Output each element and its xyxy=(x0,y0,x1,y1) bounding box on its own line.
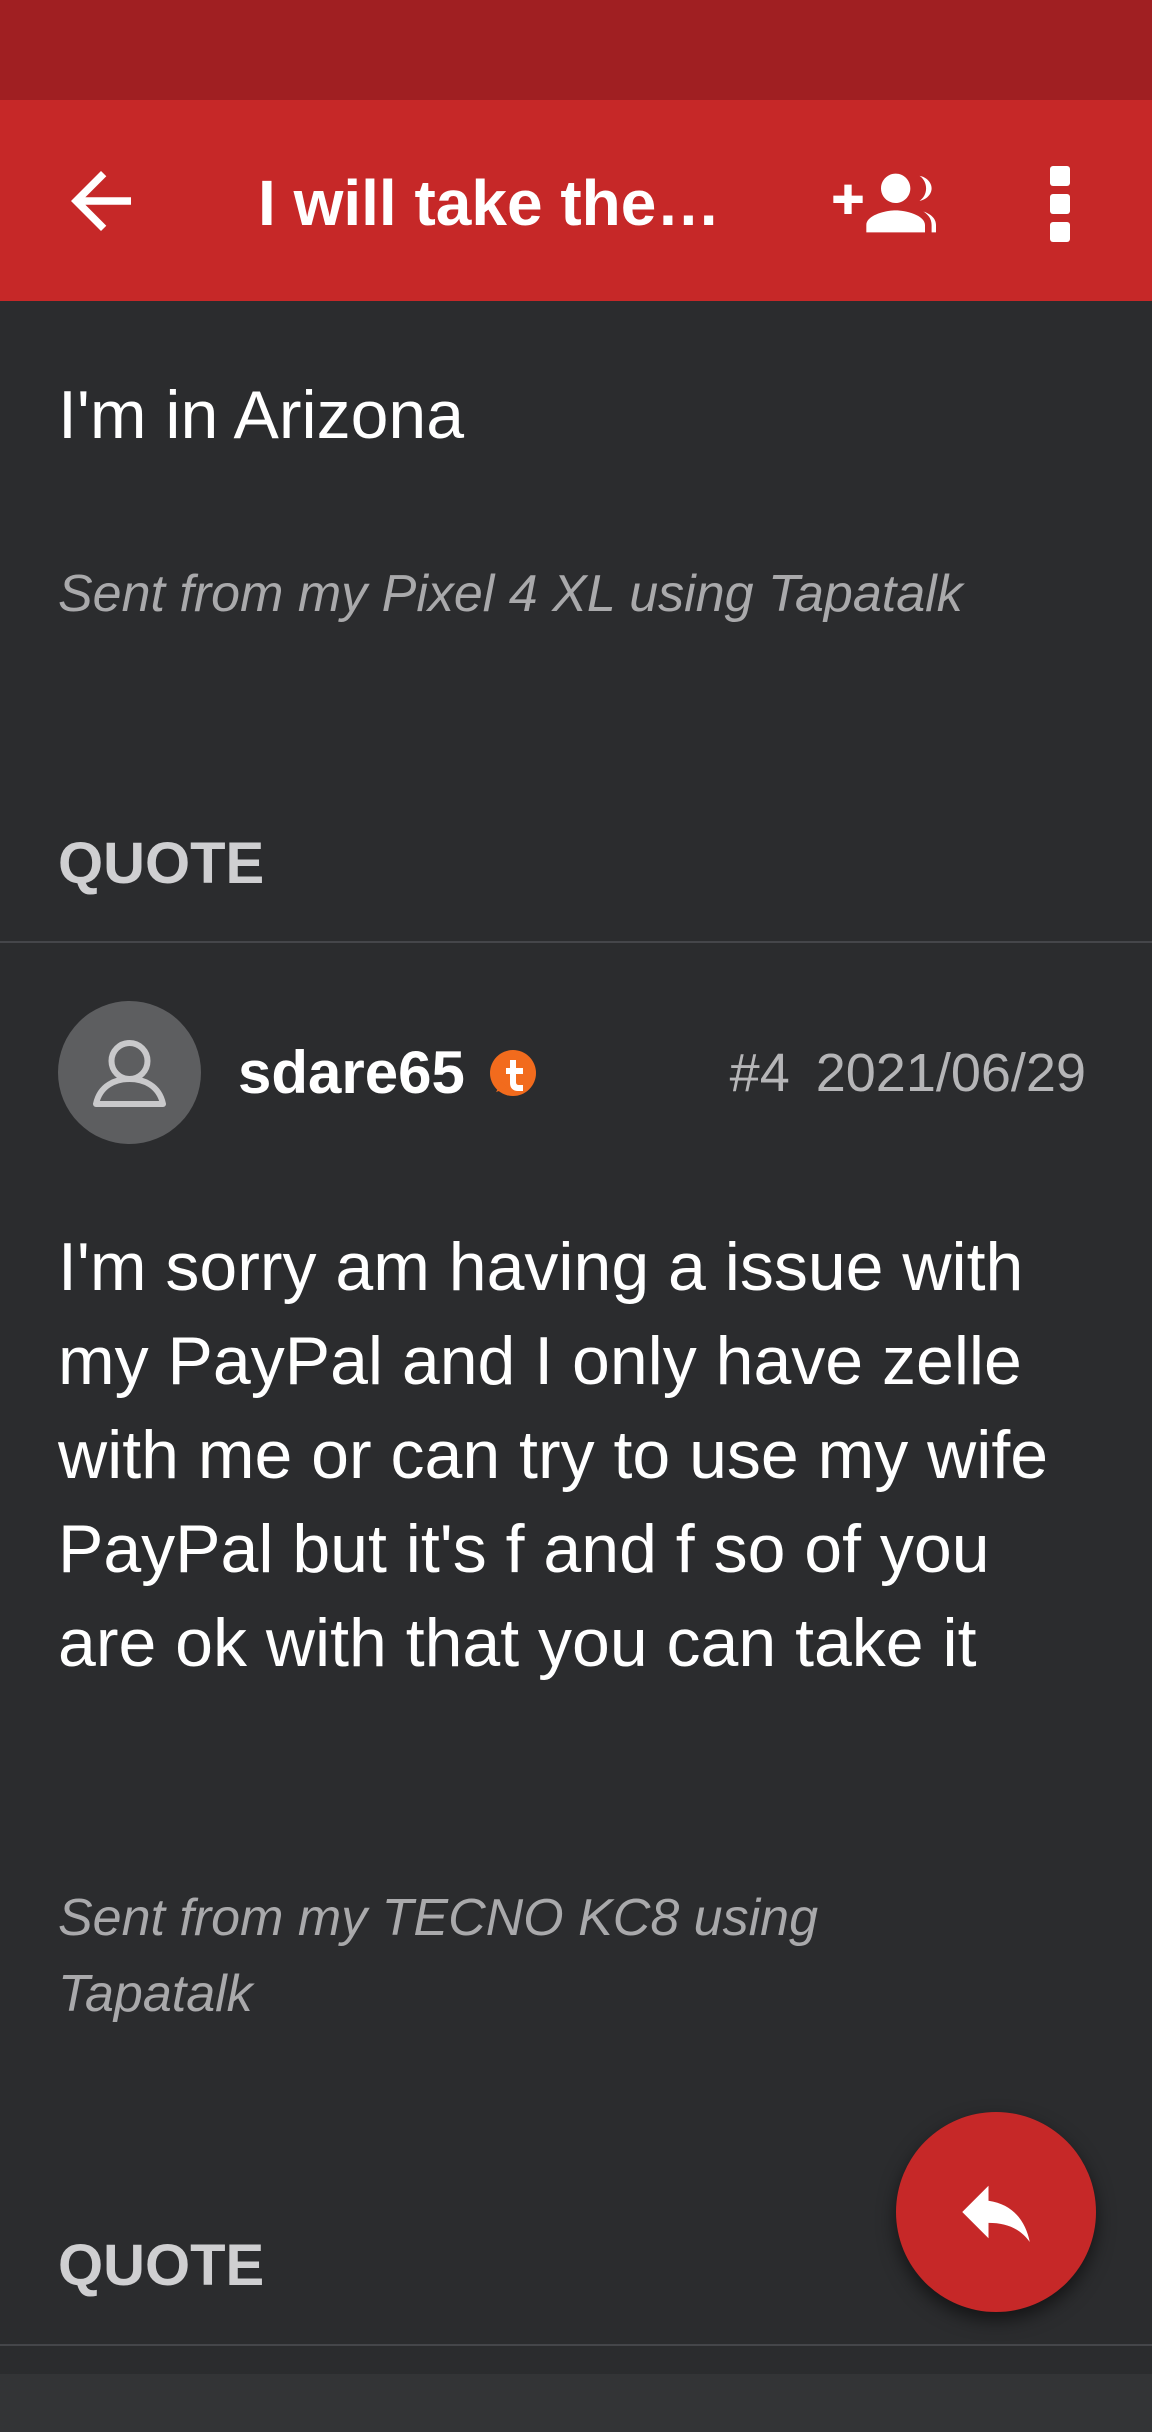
status-bar xyxy=(0,0,1152,100)
next-post-edge xyxy=(0,2374,1152,2432)
post-meta: #4 2021/06/29 xyxy=(730,1030,1086,1116)
post-divider xyxy=(0,941,1152,943)
app-bar: I will take the… xyxy=(0,100,1152,301)
reply-icon xyxy=(962,2185,1030,2242)
tapatalk-badge-icon xyxy=(488,1048,538,1098)
post-divider xyxy=(0,2344,1152,2346)
post-body: I'm in Arizona xyxy=(58,377,465,453)
username[interactable]: sdare65 xyxy=(238,1030,465,1116)
add-person-icon[interactable] xyxy=(826,158,936,248)
quote-button[interactable]: QUOTE xyxy=(58,824,264,904)
back-arrow-icon[interactable] xyxy=(56,156,146,246)
post-signature: Sent from my TECNO KC8 using Tapatalk xyxy=(58,1889,818,2023)
post-number: #4 xyxy=(729,1043,790,1103)
avatar[interactable] xyxy=(58,1001,201,1144)
more-options-icon[interactable] xyxy=(1030,156,1090,252)
thread-title: I will take the… xyxy=(258,167,721,239)
post-date: 2021/06/29 xyxy=(815,1043,1086,1103)
reply-button[interactable] xyxy=(896,2112,1096,2312)
post-signature: Sent from my Pixel 4 XL using Tapatalk xyxy=(58,565,963,623)
quote-button[interactable]: QUOTE xyxy=(58,2226,264,2306)
person-icon xyxy=(93,1040,166,1107)
post-body: I'm sorry am having a issue with my PayP… xyxy=(58,1229,1049,1681)
